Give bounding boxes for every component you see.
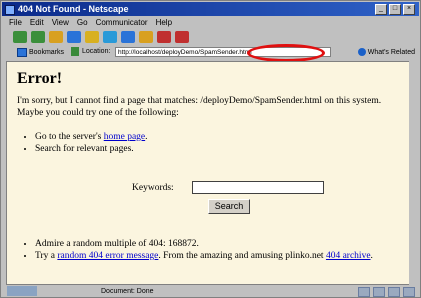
shop-icon[interactable] (157, 31, 171, 43)
navigation-toolbar (3, 29, 421, 45)
page-title: Error! (17, 70, 63, 87)
menu-communicator[interactable]: Communicator (96, 17, 148, 28)
mail-icon[interactable] (373, 287, 385, 297)
back-icon[interactable] (13, 31, 27, 43)
browser-window: 404 Not Found - Netscape _ □ × File Edit… (0, 0, 421, 298)
netscape-icon[interactable] (103, 31, 117, 43)
security-status-icon[interactable] (7, 286, 37, 296)
bookmarks-label: Bookmarks (29, 49, 65, 56)
whats-related-button[interactable]: What's Related (357, 48, 415, 56)
bookmarks-icon (17, 48, 27, 57)
stop-icon[interactable] (175, 31, 189, 43)
composer-icon[interactable] (403, 287, 415, 297)
status-bar: Document: Done (3, 286, 419, 297)
whats-related-label: What's Related (367, 48, 415, 56)
home-icon[interactable] (67, 31, 81, 43)
vertical-scrollbar[interactable] (409, 61, 414, 285)
minimize-button[interactable]: _ (375, 4, 387, 15)
menu-file[interactable]: File (9, 17, 22, 28)
menu-view[interactable]: View (52, 17, 69, 28)
extras-list: Admire a random multiple of 404: 168872.… (21, 238, 405, 262)
location-toolbar: Bookmarks Location: http://localhost/dep… (3, 46, 419, 59)
search-button[interactable]: Search (208, 199, 250, 214)
navigator-icon[interactable] (358, 287, 370, 297)
error-message: I'm sorry, but I cannot find a page that… (17, 96, 382, 118)
keywords-input[interactable] (192, 181, 324, 194)
reload-icon[interactable] (49, 31, 63, 43)
netscape-app-icon (5, 5, 15, 15)
suggestion-list: Go to the server's home page. Search for… (21, 131, 148, 155)
search-icon[interactable] (85, 31, 99, 43)
menu-edit[interactable]: Edit (30, 17, 44, 28)
keywords-label: Keywords: (132, 183, 174, 193)
location-label: Location: (82, 48, 111, 55)
component-bar (358, 287, 415, 297)
list-item: Try a random 404 error message. From the… (35, 250, 405, 262)
print-icon[interactable] (121, 31, 135, 43)
status-text: Document: Done (101, 288, 154, 295)
page-content: Error! I'm sorry, but I cannot find a pa… (6, 61, 412, 285)
whats-related-icon (357, 48, 366, 56)
close-button[interactable]: × (403, 4, 415, 15)
url-highlight-ellipse (247, 44, 325, 62)
list-item: Search for relevant pages. (35, 143, 148, 155)
menu-go[interactable]: Go (77, 17, 88, 28)
bookmarks-button[interactable]: Bookmarks (17, 48, 64, 57)
404-archive-link[interactable]: 404 archive (326, 251, 371, 261)
location-icon (71, 47, 79, 56)
security-icon[interactable] (139, 31, 153, 43)
home-page-link[interactable]: home page (104, 132, 145, 142)
list-item: Admire a random multiple of 404: 168872. (35, 238, 405, 250)
maximize-button[interactable]: □ (389, 4, 401, 15)
menu-help[interactable]: Help (156, 17, 172, 28)
list-item: Go to the server's home page. (35, 131, 148, 143)
menu-bar: File Edit View Go Communicator Help (3, 17, 421, 28)
random-404-link[interactable]: random 404 error message (57, 251, 158, 261)
discussions-icon[interactable] (388, 287, 400, 297)
forward-icon[interactable] (31, 31, 45, 43)
title-bar: 404 Not Found - Netscape _ □ × (2, 2, 419, 16)
window-title: 404 Not Found - Netscape (18, 4, 129, 14)
window-controls: _ □ × (375, 4, 415, 15)
